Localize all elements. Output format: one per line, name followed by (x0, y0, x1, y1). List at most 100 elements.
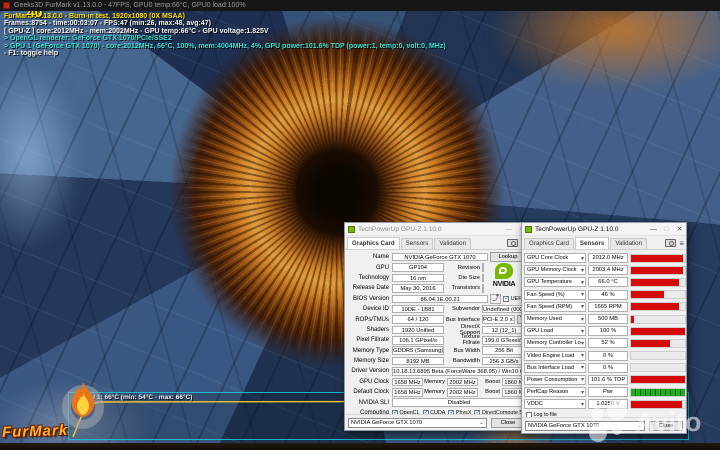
osd-line: FurMark v1.13.0.0 - Burn-in test, 1920x1… (4, 13, 185, 20)
dropdown-arrow-icon[interactable]: ▾ (581, 316, 585, 323)
field-value: 86.04.1E.00.21 (392, 294, 489, 303)
share-bios-icon[interactable]: ⤴ (490, 293, 502, 304)
close-button[interactable]: ✕ (673, 224, 686, 235)
osd-line: > OpenGL renderer: GeForce GTX 1070/PCIe… (4, 35, 172, 43)
sensor-bar (630, 375, 686, 385)
field-value: 256 Bit (482, 346, 526, 355)
tab-graphics-card[interactable]: Graphics Card (524, 238, 574, 249)
sensor-row: Bus Interface Load ▾ 0 % (524, 362, 686, 374)
field-label: Revision (457, 264, 480, 271)
flame-icon (71, 382, 95, 417)
sensor-name-select[interactable]: Video Engine Load ▾ (524, 350, 586, 361)
dropdown-arrow-icon[interactable]: ▾ (581, 364, 585, 371)
dropdown-arrow-icon[interactable]: ▾ (581, 328, 585, 335)
avito-watermark-text: Avito (635, 406, 702, 437)
sensor-name-select[interactable]: Bus Interface Load ▾ (524, 362, 586, 373)
tab-sensors[interactable]: Sensors (574, 237, 610, 249)
sensor-bar (630, 302, 686, 312)
sensor-name-select[interactable]: Fan Speed (%) ▾ (524, 289, 586, 300)
dropdown-arrow-icon[interactable]: ▾ (581, 389, 585, 396)
field-value: 8192 MB (392, 356, 444, 366)
sensor-value: 66.0 °C (588, 277, 628, 288)
sensor-name-select[interactable]: VDDC ▾ (524, 399, 586, 410)
osd-line: Frames:8754 - time:00:03:07 - FPS:47 (mi… (4, 20, 211, 28)
sensor-name-select[interactable]: GPU Memory Clock ▾ (524, 265, 586, 276)
sensor-value: 100 % (588, 326, 628, 337)
furmark-titlebar[interactable]: Geeks3D FurMark v1.13.0.0 - 47FPS, GPU0 … (0, 0, 720, 11)
sensor-value: 0 % (588, 350, 628, 361)
tab-validation[interactable]: Validation (610, 238, 648, 249)
minimize-button[interactable]: — (502, 224, 515, 235)
furmark-logo-text: FurMark (1, 421, 69, 442)
dropdown-arrow-icon[interactable]: ▾ (581, 255, 585, 262)
sensor-name-select[interactable]: Fan Speed (RPM) ▾ (524, 301, 586, 312)
sensor-value: 2012.0 MHz (588, 253, 628, 264)
dropdown-arrow-icon[interactable]: ▾ (581, 279, 585, 286)
field-label: Boost (485, 378, 500, 385)
field-value: 256.3 GB/s (482, 356, 526, 366)
furmark-logo: FurMark (0, 382, 130, 447)
sensor-bar (630, 338, 686, 348)
sensor-bar-fill (631, 266, 683, 274)
sensor-bar (630, 277, 686, 287)
menu-icon[interactable]: ≡ (679, 240, 684, 248)
minimize-button[interactable]: — (647, 224, 660, 235)
dropdown-arrow-icon[interactable]: ▾ (581, 376, 585, 383)
sensor-value: 500 MB (588, 314, 628, 325)
sensor-value: 1665 RPM (588, 301, 628, 312)
camera-icon[interactable] (507, 239, 519, 247)
sensor-name: Bus Interface Load (527, 364, 574, 371)
sensor-bar-fill (631, 315, 635, 323)
field-row: Driver Version 10.18.13.6895 Beta (ForceW… (347, 366, 526, 376)
sensor-name-select[interactable]: GPU Load ▾ (524, 326, 586, 337)
field-value: NVIDIA GeForce GTX 1070 (392, 252, 488, 262)
close-window-button[interactable]: Close (491, 417, 525, 428)
avito-watermark: Avito (585, 398, 702, 446)
field-label: Bandwidth (452, 358, 480, 365)
gpuz-sensors-titlebar[interactable]: TechPowerUp GPU-Z 1.10.0 — □ ✕ (522, 223, 686, 236)
sensor-name-select[interactable]: GPU Temperature ▾ (524, 277, 586, 288)
sensor-name-select[interactable]: Power Consumption ▾ (524, 374, 586, 385)
sensor-bar-fill (631, 327, 685, 335)
field-value: 12 (12_1) (482, 325, 526, 335)
sensor-name-select[interactable]: GPU Core Clock ▾ (524, 253, 586, 264)
dropdown-arrow-icon[interactable]: ▾ (581, 291, 585, 298)
gpuz-card-titlebar[interactable]: TechPowerUp GPU-Z 1.10.0 — ✕ (345, 223, 528, 236)
sensor-row: GPU Core Clock ▾ 2012.0 MHz (524, 252, 686, 264)
field-row: Shaders 1920 Unified DirectX Support 12 (12… (347, 324, 526, 336)
dropdown-arrow-icon[interactable]: ▾ (581, 267, 585, 274)
sensor-row: PerfCap Reason ▾ Pwr (524, 386, 686, 398)
sensor-row: Fan Speed (RPM) ▾ 1665 RPM (524, 301, 686, 313)
dropdown-arrow-icon[interactable]: ▾ (581, 340, 585, 347)
maximize-button[interactable]: □ (660, 224, 673, 235)
sensor-bar-fill (631, 303, 679, 311)
sensor-bar (630, 326, 686, 336)
sensor-name: Fan Speed (RPM) (527, 303, 573, 310)
dropdown-arrow-icon[interactable]: ▾ (581, 352, 585, 359)
field-value: 10.18.13.6895 Beta (ForceWare 368.95) / … (392, 367, 526, 376)
field-label: Shaders (366, 326, 389, 333)
checkbox-icon: ✓ (503, 295, 510, 302)
field-value: 10DE - 1B81 (392, 304, 444, 314)
field-row: GPU Clock 1658 MHz Memory 2002 MHz Boost 1860… (347, 377, 533, 387)
field-value: 2002 MHz (447, 388, 478, 397)
dropdown-arrow-icon[interactable]: ▾ (581, 303, 585, 310)
nvidia-wordmark: NVIDIA (492, 279, 516, 288)
sensor-name-select[interactable]: Memory Controller Load▾ (524, 338, 586, 349)
field-value: 1658 MHz (392, 388, 423, 397)
sensor-row: Memory Used ▾ 500 MB (524, 313, 686, 325)
field-value: 1658 MHz (392, 377, 423, 387)
device-select[interactable]: NVIDIA GeForce GTX 1070 ⌄ (348, 417, 487, 428)
tab-sensors[interactable]: Sensors (400, 238, 434, 249)
gpuz-app-icon (525, 225, 532, 233)
tab-validation[interactable]: Validation (434, 238, 472, 249)
field-row: Name NVIDIA GeForce GTX 1070 Lookup (347, 252, 526, 262)
sensor-row: Video Engine Load ▾ 0 % (524, 350, 686, 362)
field-value: Disabled (392, 398, 526, 407)
sensor-name-select[interactable]: PerfCap Reason ▾ (524, 387, 586, 398)
tab-graphics-card[interactable]: Graphics Card (347, 237, 400, 249)
field-label: Memory (424, 389, 445, 396)
field-label: Subvendor (451, 306, 480, 313)
sensor-name-select[interactable]: Memory Used ▾ (524, 314, 586, 325)
camera-icon[interactable] (665, 239, 677, 247)
